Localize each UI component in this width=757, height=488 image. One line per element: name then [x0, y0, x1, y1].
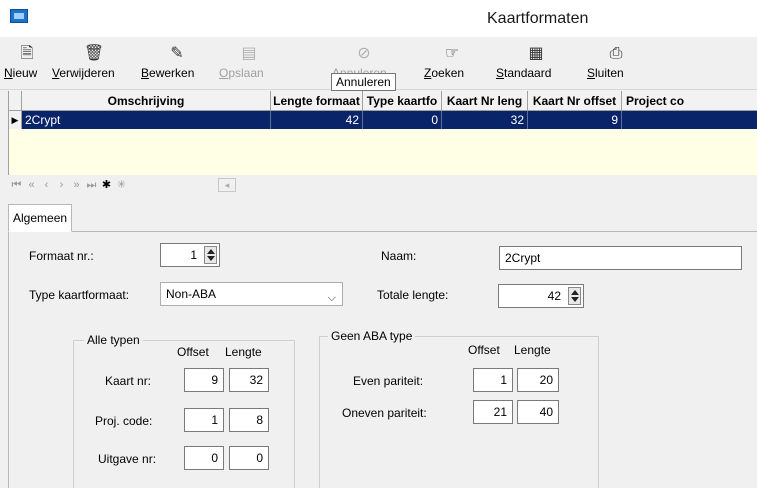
trash-icon: 🗑	[83, 45, 105, 62]
search-button[interactable]: ☞ Zoeken	[424, 37, 480, 90]
default-button[interactable]: ▦ Standaard	[496, 37, 576, 90]
current-row-indicator-icon: ▶	[9, 111, 22, 129]
next-page-icon[interactable]: »	[70, 177, 83, 193]
delete-button[interactable]: 🗑 Verwijderen	[52, 37, 136, 90]
tab-algemeen[interactable]: Algemeen	[8, 204, 73, 232]
offset-header: Offset	[468, 343, 500, 357]
proj-code-label: Proj. code:	[95, 414, 153, 428]
kaart-nr-offset-input[interactable]: 9	[184, 368, 224, 392]
save-button[interactable]: ▤ Opslaan	[219, 37, 279, 90]
column-header[interactable]: Type kaartfo	[363, 91, 442, 110]
edit-button[interactable]: ✎ Bewerken	[141, 37, 213, 90]
column-header[interactable]: Kaart Nr offset	[528, 91, 622, 110]
column-header[interactable]: Lengte formaat	[271, 91, 363, 110]
data-grid[interactable]: Omschrijving Lengte formaat Type kaartfo…	[8, 91, 757, 175]
cell-lengte[interactable]: 42	[271, 111, 363, 129]
proj-code-offset-input[interactable]: 1	[184, 408, 224, 432]
formaat-nr-spinner[interactable]: 1	[160, 243, 220, 267]
spin-up-down-icon[interactable]	[204, 246, 217, 264]
next-record-icon[interactable]: ›	[55, 177, 68, 193]
title-bar: Kaartformaten	[0, 0, 757, 37]
column-header[interactable]: Project co	[622, 91, 757, 110]
header-indicator	[9, 91, 22, 110]
first-record-icon[interactable]: ⏮	[10, 177, 23, 193]
oneven-pariteit-lengte-input[interactable]: 40	[517, 400, 559, 424]
type-kaartformaat-label: Type kaartformaat:	[29, 288, 130, 302]
delete-record-icon[interactable]: ✳	[115, 177, 128, 193]
app-icon[interactable]	[10, 9, 28, 23]
proj-code-lengte-input[interactable]: 8	[229, 408, 269, 432]
close-door-icon: ⎙	[609, 45, 623, 62]
save-icon: ▤	[241, 45, 257, 62]
close-button[interactable]: ⎙ Sluiten	[587, 37, 645, 90]
cell-kaartnr-lengte[interactable]: 32	[442, 111, 528, 129]
default-icon: ▦	[528, 45, 544, 62]
window-title: Kaartformaten	[487, 10, 589, 27]
totale-lengte-label: Totale lengte:	[377, 288, 449, 302]
uitgave-nr-offset-input[interactable]: 0	[184, 446, 224, 470]
column-header[interactable]: Kaart Nr leng	[442, 91, 528, 110]
oneven-pariteit-offset-input[interactable]: 21	[473, 400, 513, 424]
grid-header: Omschrijving Lengte formaat Type kaartfo…	[9, 91, 757, 111]
even-pariteit-label: Even pariteit:	[353, 374, 424, 388]
kaart-nr-lengte-input[interactable]: 32	[229, 368, 269, 392]
last-record-icon[interactable]: ⏭	[85, 177, 98, 193]
chevron-down-icon: ⌵	[327, 292, 336, 304]
cell-omschrijving[interactable]: 2Crypt	[22, 111, 271, 129]
group-title: Alle typen	[84, 333, 143, 347]
prior-record-icon[interactable]: ‹	[40, 177, 53, 193]
naam-label: Naam:	[381, 249, 417, 263]
cell-type[interactable]: 0	[363, 111, 442, 129]
cell-kaartnr-offset[interactable]: 9	[528, 111, 622, 129]
column-header[interactable]: Omschrijving	[22, 91, 271, 110]
prior-page-icon[interactable]: «	[25, 177, 38, 193]
tooltip: Annuleren	[331, 73, 396, 91]
insert-record-icon[interactable]: ✱	[100, 177, 113, 193]
uitgave-nr-lengte-input[interactable]: 0	[229, 446, 269, 470]
cell-project[interactable]	[622, 111, 757, 129]
oneven-pariteit-label: Oneven pariteit:	[342, 406, 427, 420]
formaat-nr-label: Formaat nr.:	[29, 249, 94, 263]
lengte-header: Lengte	[514, 343, 551, 357]
scroll-left-icon[interactable]: ◂	[218, 178, 236, 192]
even-pariteit-offset-input[interactable]: 1	[473, 368, 513, 392]
even-pariteit-lengte-input[interactable]: 20	[517, 368, 559, 392]
offset-header: Offset	[177, 345, 209, 359]
tab-bar: Algemeen	[8, 204, 757, 232]
tab-panel-algemeen: Formaat nr.: 1 Naam: 2Crypt Type kaartfo…	[8, 232, 757, 488]
edit-icon: ✎	[170, 45, 184, 62]
new-doc-icon: 🗎	[20, 45, 34, 62]
spin-up-down-icon[interactable]	[568, 287, 581, 305]
search-hand-icon: ☞	[444, 45, 460, 62]
table-row[interactable]: ▶ 2Crypt 42 0 32 9	[9, 111, 757, 129]
kaart-nr-label: Kaart nr:	[105, 374, 152, 388]
new-button[interactable]: 🗎 Nieuw	[4, 37, 50, 90]
record-navigator: ⏮ « ‹ › » ⏭ ✱ ✳ ◂	[8, 175, 757, 195]
cancel-icon: ⊘	[357, 45, 371, 62]
uitgave-nr-label: Uitgave nr:	[98, 452, 157, 466]
totale-lengte-spinner[interactable]: 42	[498, 284, 584, 308]
group-title: Geen ABA type	[328, 329, 416, 343]
naam-input[interactable]: 2Crypt	[499, 246, 742, 270]
lengte-header: Lengte	[225, 345, 262, 359]
type-kaartformaat-select[interactable]: Non-ABA ⌵	[160, 282, 343, 306]
